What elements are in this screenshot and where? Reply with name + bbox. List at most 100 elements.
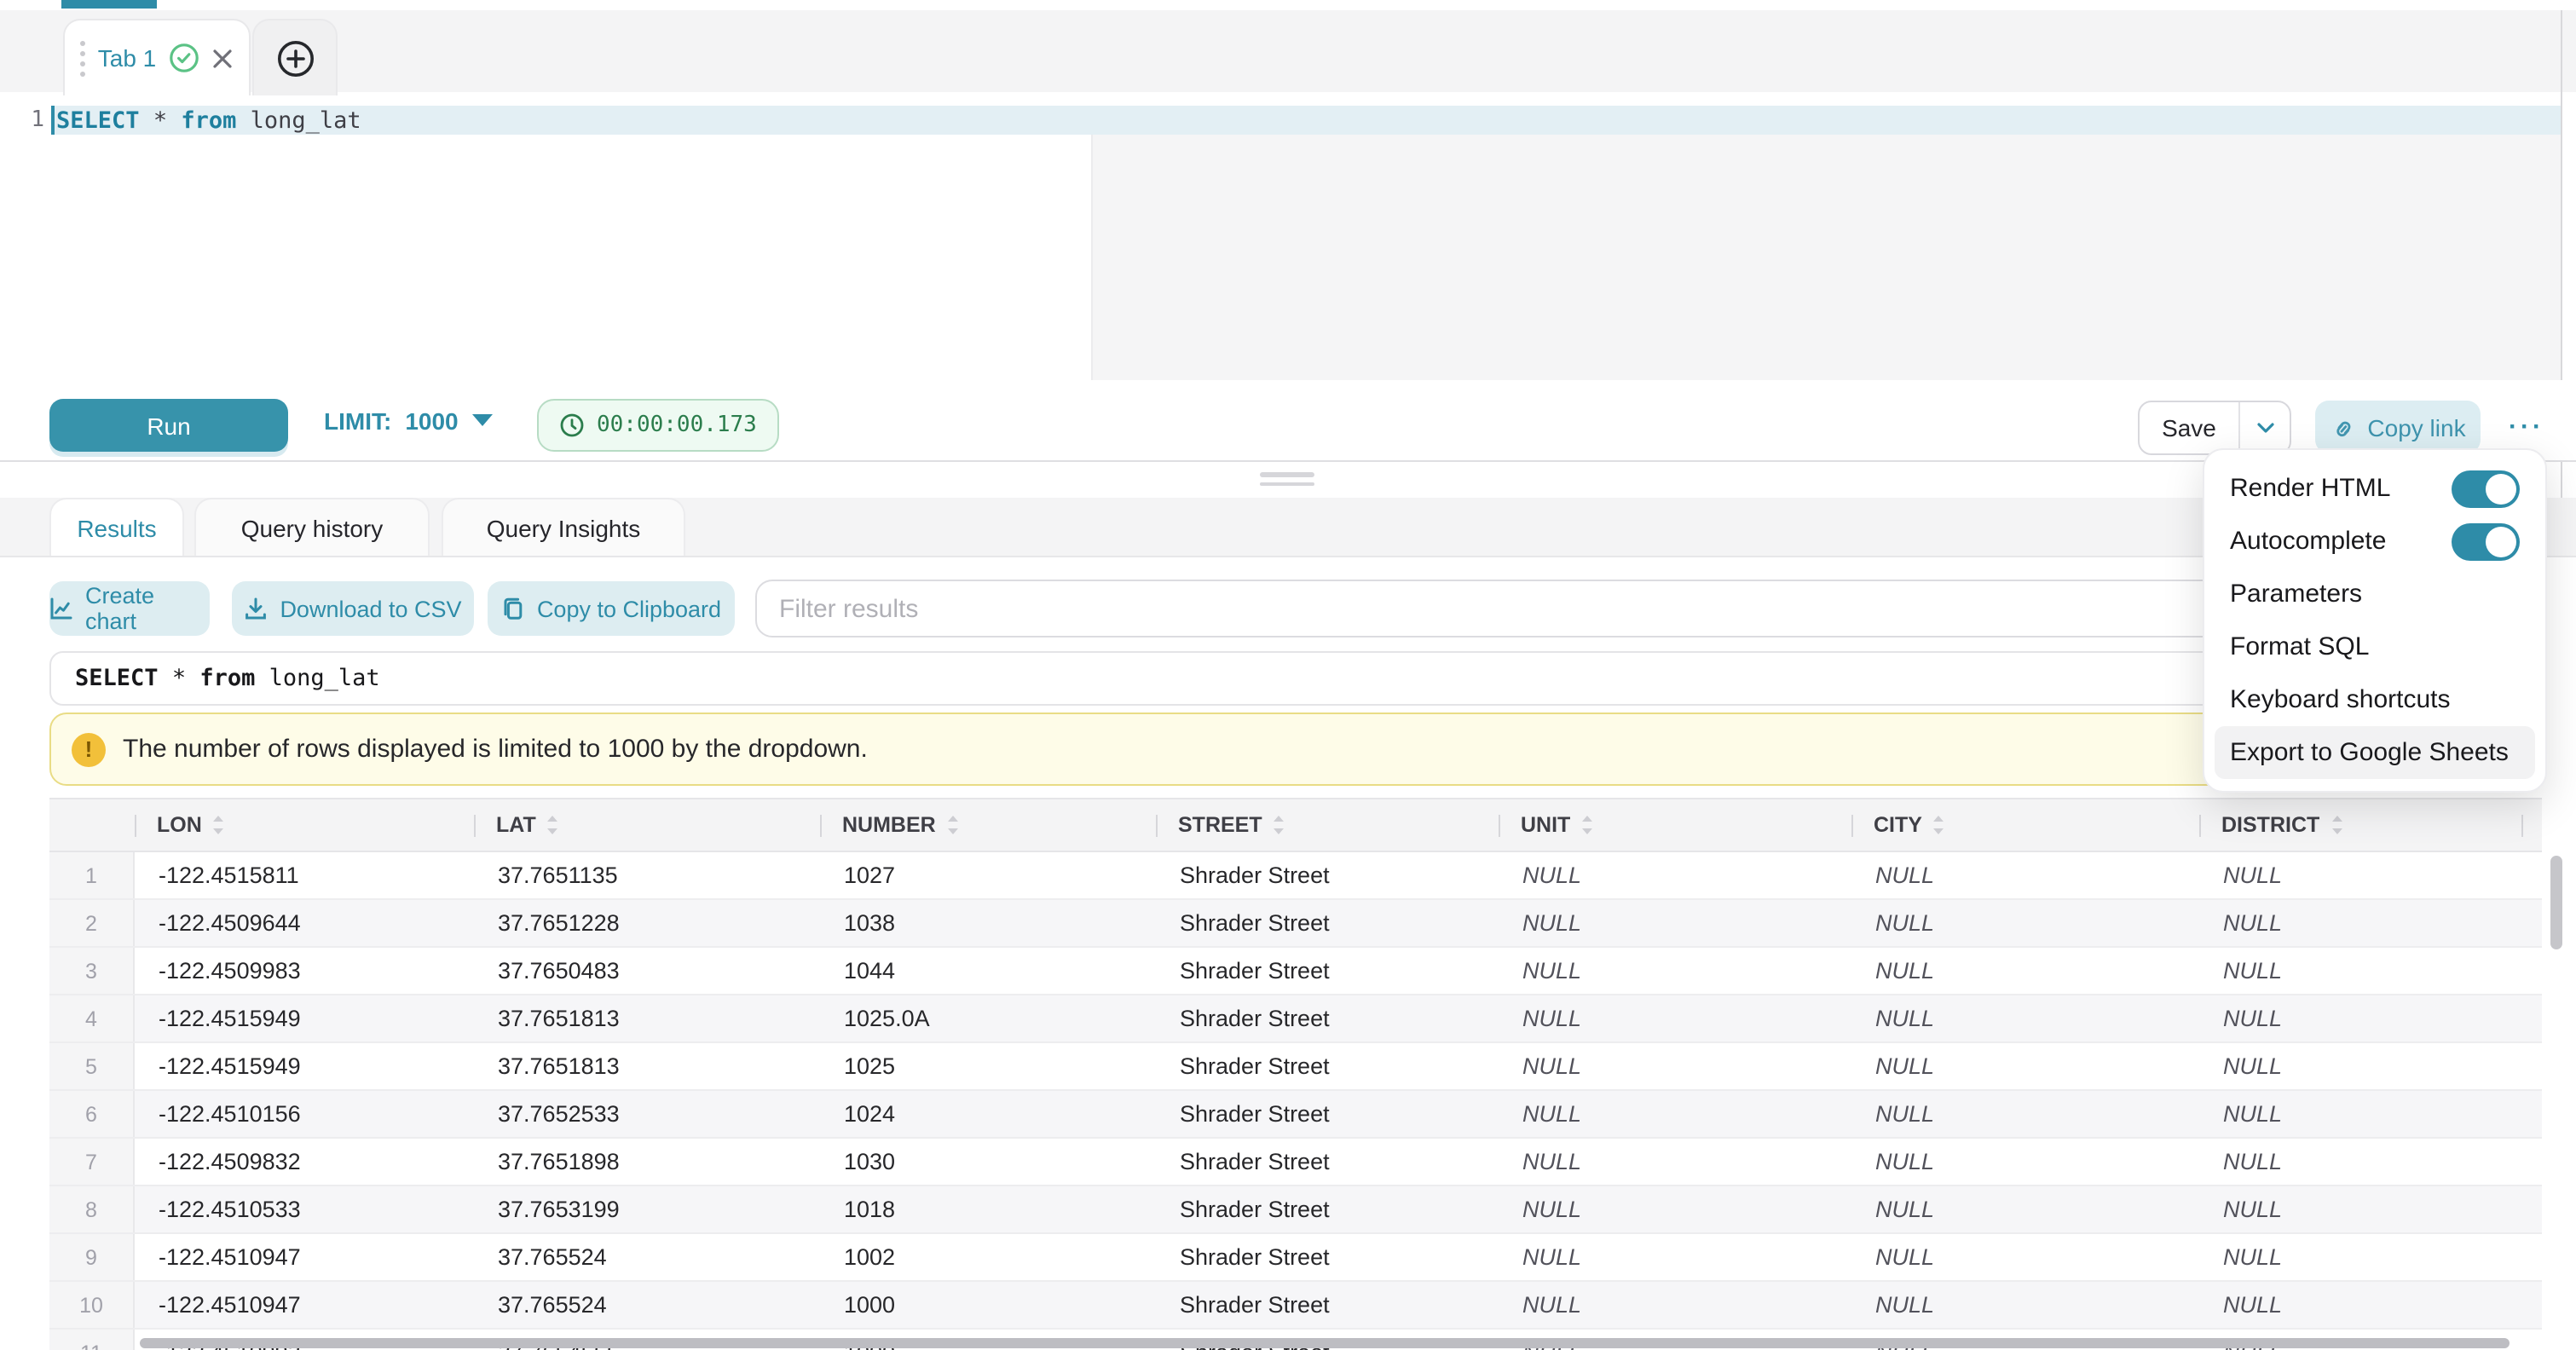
table-cell[interactable]: 1030 bbox=[820, 1139, 1156, 1185]
table-cell[interactable]: -122.4510947 bbox=[135, 1282, 474, 1328]
table-cell[interactable]: NULL bbox=[2199, 900, 2521, 946]
table-cell[interactable]: NULL bbox=[2199, 1282, 2521, 1328]
table-cell[interactable]: NULL bbox=[2199, 948, 2521, 994]
table-row[interactable]: 2-122.450964437.76512281038Shrader Stree… bbox=[49, 900, 2542, 948]
table-cell[interactable]: Shrader Street bbox=[1156, 948, 1499, 994]
table-cell[interactable]: Shrader Street bbox=[1156, 1091, 1499, 1137]
table-cell[interactable]: NULL bbox=[1851, 1091, 2199, 1137]
table-cell[interactable]: NULL bbox=[1851, 1043, 2199, 1089]
table-cell[interactable]: NULL bbox=[2199, 1139, 2521, 1185]
table-cell[interactable]: NULL bbox=[2199, 995, 2521, 1041]
table-cell[interactable]: 37.7652533 bbox=[474, 1091, 820, 1137]
table-cell[interactable] bbox=[2521, 1091, 2542, 1137]
table-cell[interactable]: 37.765524 bbox=[474, 1234, 820, 1280]
table-cell[interactable]: Shrader Street bbox=[1156, 1234, 1499, 1280]
table-cell[interactable] bbox=[2521, 1282, 2542, 1328]
table-cell[interactable]: 1025.0A bbox=[820, 995, 1156, 1041]
menu-item-format-sql[interactable]: Format SQL bbox=[2215, 620, 2535, 673]
table-cell[interactable]: NULL bbox=[1499, 995, 1851, 1041]
table-cell[interactable]: NULL bbox=[1851, 1234, 2199, 1280]
save-options-button[interactable] bbox=[2240, 402, 2290, 453]
close-tab-icon[interactable] bbox=[211, 47, 233, 69]
sort-icon[interactable] bbox=[212, 815, 226, 835]
table-cell[interactable]: Shrader Street bbox=[1156, 900, 1499, 946]
more-options-button[interactable]: ··· bbox=[2492, 401, 2561, 453]
table-cell[interactable] bbox=[2521, 1043, 2542, 1089]
table-cell[interactable]: 1024 bbox=[820, 1091, 1156, 1137]
table-cell[interactable]: 1027 bbox=[820, 852, 1156, 898]
run-button[interactable]: Run bbox=[49, 399, 288, 452]
table-cell[interactable]: 37.7651228 bbox=[474, 900, 820, 946]
table-cell[interactable]: NULL bbox=[2199, 1186, 2521, 1232]
table-cell[interactable]: NULL bbox=[2199, 1043, 2521, 1089]
menu-item-parameters[interactable]: Parameters bbox=[2215, 568, 2535, 620]
table-cell[interactable]: NULL bbox=[1499, 1139, 1851, 1185]
sort-icon[interactable] bbox=[1580, 815, 1594, 835]
table-cell[interactable]: Shrader Street bbox=[1156, 1043, 1499, 1089]
table-cell[interactable]: NULL bbox=[1851, 852, 2199, 898]
table-cell[interactable]: 1044 bbox=[820, 948, 1156, 994]
toggle-switch-on[interactable] bbox=[2452, 470, 2520, 507]
table-cell[interactable]: NULL bbox=[2199, 1234, 2521, 1280]
table-cell[interactable]: NULL bbox=[1499, 900, 1851, 946]
results-tab-query-history[interactable]: Query history bbox=[194, 498, 430, 556]
table-header-city[interactable]: CITY bbox=[1851, 799, 2199, 851]
table-cell[interactable]: NULL bbox=[1499, 948, 1851, 994]
table-cell[interactable]: NULL bbox=[1499, 1043, 1851, 1089]
sort-icon[interactable] bbox=[1932, 815, 1946, 835]
table-header-street[interactable]: STREET bbox=[1156, 799, 1499, 851]
tab-drag-handle-icon[interactable] bbox=[81, 40, 86, 76]
create-chart-button[interactable]: Create chart bbox=[49, 581, 210, 636]
table-row[interactable]: 1-122.451581137.76511351027Shrader Stree… bbox=[49, 852, 2542, 900]
table-cell[interactable]: 37.765524 bbox=[474, 1282, 820, 1328]
sort-icon[interactable] bbox=[546, 815, 560, 835]
sort-icon[interactable] bbox=[1273, 815, 1286, 835]
table-cell[interactable]: NULL bbox=[1499, 1186, 1851, 1232]
horizontal-scrollbar[interactable] bbox=[140, 1338, 2510, 1348]
results-tab-results[interactable]: Results bbox=[49, 498, 184, 556]
table-row[interactable]: 7-122.450983237.76518981030Shrader Stree… bbox=[49, 1139, 2542, 1186]
table-cell[interactable]: Shrader Street bbox=[1156, 852, 1499, 898]
table-cell[interactable] bbox=[2521, 1234, 2542, 1280]
table-cell[interactable] bbox=[2521, 1139, 2542, 1185]
table-row[interactable]: 10-122.451094737.7655241000Shrader Stree… bbox=[49, 1282, 2542, 1330]
table-header-district[interactable]: DISTRICT bbox=[2199, 799, 2521, 851]
table-cell[interactable]: Shrader Street bbox=[1156, 995, 1499, 1041]
table-cell[interactable] bbox=[2521, 852, 2542, 898]
table-cell[interactable] bbox=[2521, 995, 2542, 1041]
table-cell[interactable]: 37.7651813 bbox=[474, 1043, 820, 1089]
table-cell[interactable]: 37.7651135 bbox=[474, 852, 820, 898]
table-cell[interactable]: -122.4515949 bbox=[135, 995, 474, 1041]
table-cell[interactable]: -122.4510533 bbox=[135, 1186, 474, 1232]
table-cell[interactable]: Shrader Street bbox=[1156, 1282, 1499, 1328]
table-row[interactable]: 5-122.451594937.76518131025Shrader Stree… bbox=[49, 1043, 2542, 1091]
results-tab-query-insights[interactable]: Query Insights bbox=[442, 498, 685, 556]
table-cell[interactable]: NULL bbox=[1499, 1234, 1851, 1280]
pane-resize-handle[interactable] bbox=[1260, 472, 1314, 491]
table-cell[interactable]: NULL bbox=[1499, 1091, 1851, 1137]
sort-icon[interactable] bbox=[2330, 815, 2343, 835]
table-cell[interactable]: -122.4510156 bbox=[135, 1091, 474, 1137]
table-cell[interactable]: -122.4510947 bbox=[135, 1234, 474, 1280]
table-cell[interactable] bbox=[2521, 1186, 2542, 1232]
table-cell[interactable]: Shrader Street bbox=[1156, 1186, 1499, 1232]
table-cell[interactable]: NULL bbox=[1851, 1139, 2199, 1185]
table-header-lon[interactable]: LON bbox=[135, 799, 474, 851]
tab-tab1[interactable]: Tab 1 bbox=[63, 19, 251, 95]
menu-item-keyboard-shortcuts[interactable]: Keyboard shortcuts bbox=[2215, 673, 2535, 726]
table-row[interactable]: 6-122.451015637.76525331024Shrader Stree… bbox=[49, 1091, 2542, 1139]
download-csv-button[interactable]: Download to CSV bbox=[232, 581, 474, 636]
table-cell[interactable]: 37.7650483 bbox=[474, 948, 820, 994]
table-cell[interactable]: NULL bbox=[1851, 948, 2199, 994]
table-cell[interactable]: Shrader Street bbox=[1156, 1139, 1499, 1185]
table-cell[interactable]: NULL bbox=[1851, 1282, 2199, 1328]
table-cell[interactable]: 1018 bbox=[820, 1186, 1156, 1232]
table-cell[interactable]: -122.4515811 bbox=[135, 852, 474, 898]
table-row[interactable]: 9-122.451094737.7655241002Shrader Street… bbox=[49, 1234, 2542, 1282]
menu-item-render-html[interactable]: Render HTML bbox=[2215, 462, 2535, 515]
table-cell[interactable]: NULL bbox=[1499, 852, 1851, 898]
save-button[interactable]: Save bbox=[2140, 402, 2240, 453]
vertical-scrollbar[interactable] bbox=[2550, 856, 2562, 949]
toggle-switch-on[interactable] bbox=[2452, 522, 2520, 560]
table-cell[interactable]: NULL bbox=[1499, 1282, 1851, 1328]
